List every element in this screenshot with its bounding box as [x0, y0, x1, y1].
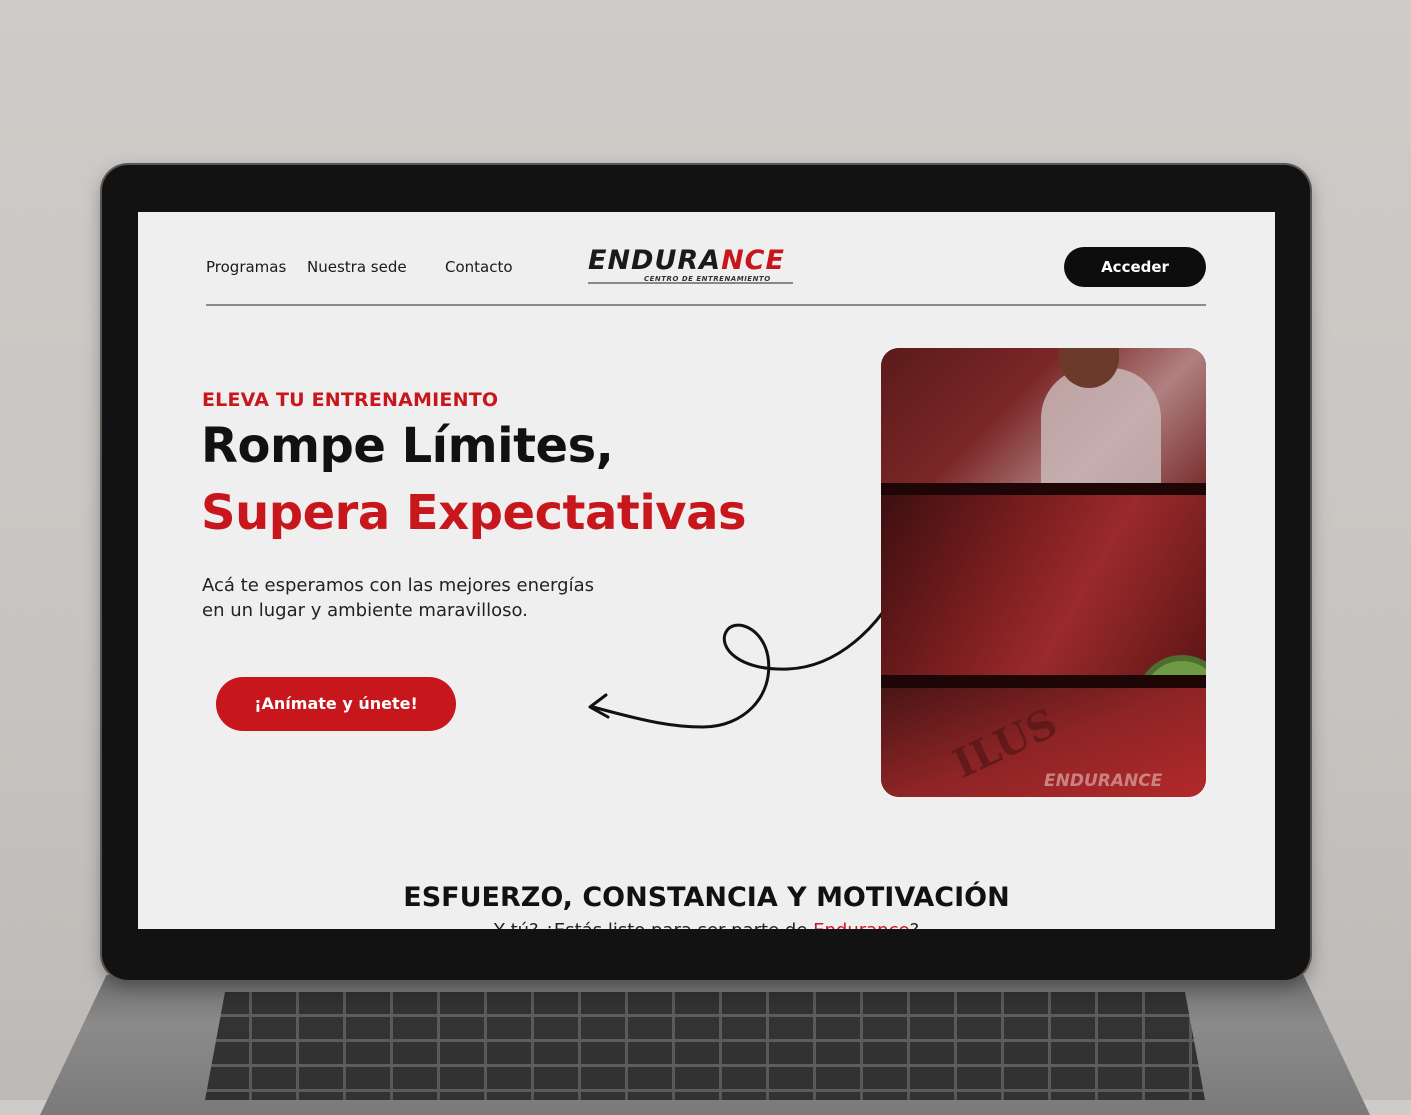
nav-contacto-link[interactable]: Contacto [445, 258, 513, 276]
hero-title-line2: Supera Expectativas [201, 485, 747, 541]
logo-swoosh [588, 282, 793, 284]
collage-separator [881, 483, 1206, 495]
subtitle-post: ? [910, 920, 920, 929]
subtitle-brand: Endurance [813, 920, 909, 929]
website-screen: Programas Nuestra sede Contacto ENDURANC… [138, 212, 1275, 929]
header-divider [206, 304, 1206, 306]
hero-eyebrow: ELEVA TU ENTRENAMIENTO [202, 389, 499, 411]
join-cta-button[interactable]: ¡Anímate y únete! [216, 677, 456, 731]
collage-separator [881, 675, 1206, 688]
nav-sede-link[interactable]: Nuestra sede [307, 258, 407, 276]
section-subtitle: Y tú? ¿Estás listo para ser parte de End… [138, 920, 1275, 929]
photo-panel-middle [881, 495, 1206, 779]
gym-photo-collage: ILUS ENDURANCE [881, 348, 1206, 797]
hero-title-line1: Rompe Límites, [201, 418, 614, 474]
hero-description: Acá te esperamos con las mejores energía… [202, 575, 594, 621]
acceder-button[interactable]: Acceder [1064, 247, 1206, 287]
logo-wordmark-red: NCE [721, 245, 785, 276]
logo-wordmark-black: ENDURA [588, 245, 722, 276]
laptop-keyboard [205, 992, 1205, 1100]
collage-logo-watermark: ENDURANCE [1044, 771, 1163, 791]
nav-programas-link[interactable]: Programas [206, 258, 286, 276]
curly-arrow-icon [588, 583, 902, 729]
subtitle-pre: Y tú? ¿Estás listo para ser parte de [494, 920, 813, 929]
photo-panel-top [881, 348, 1206, 483]
logo-wordmark: ENDURANCE [588, 246, 798, 276]
endurance-logo[interactable]: ENDURANCE CENTRO DE ENTRENAMIENTO [588, 246, 798, 286]
section-title: ESFUERZO, CONSTANCIA Y MOTIVACIÓN [403, 882, 1010, 913]
